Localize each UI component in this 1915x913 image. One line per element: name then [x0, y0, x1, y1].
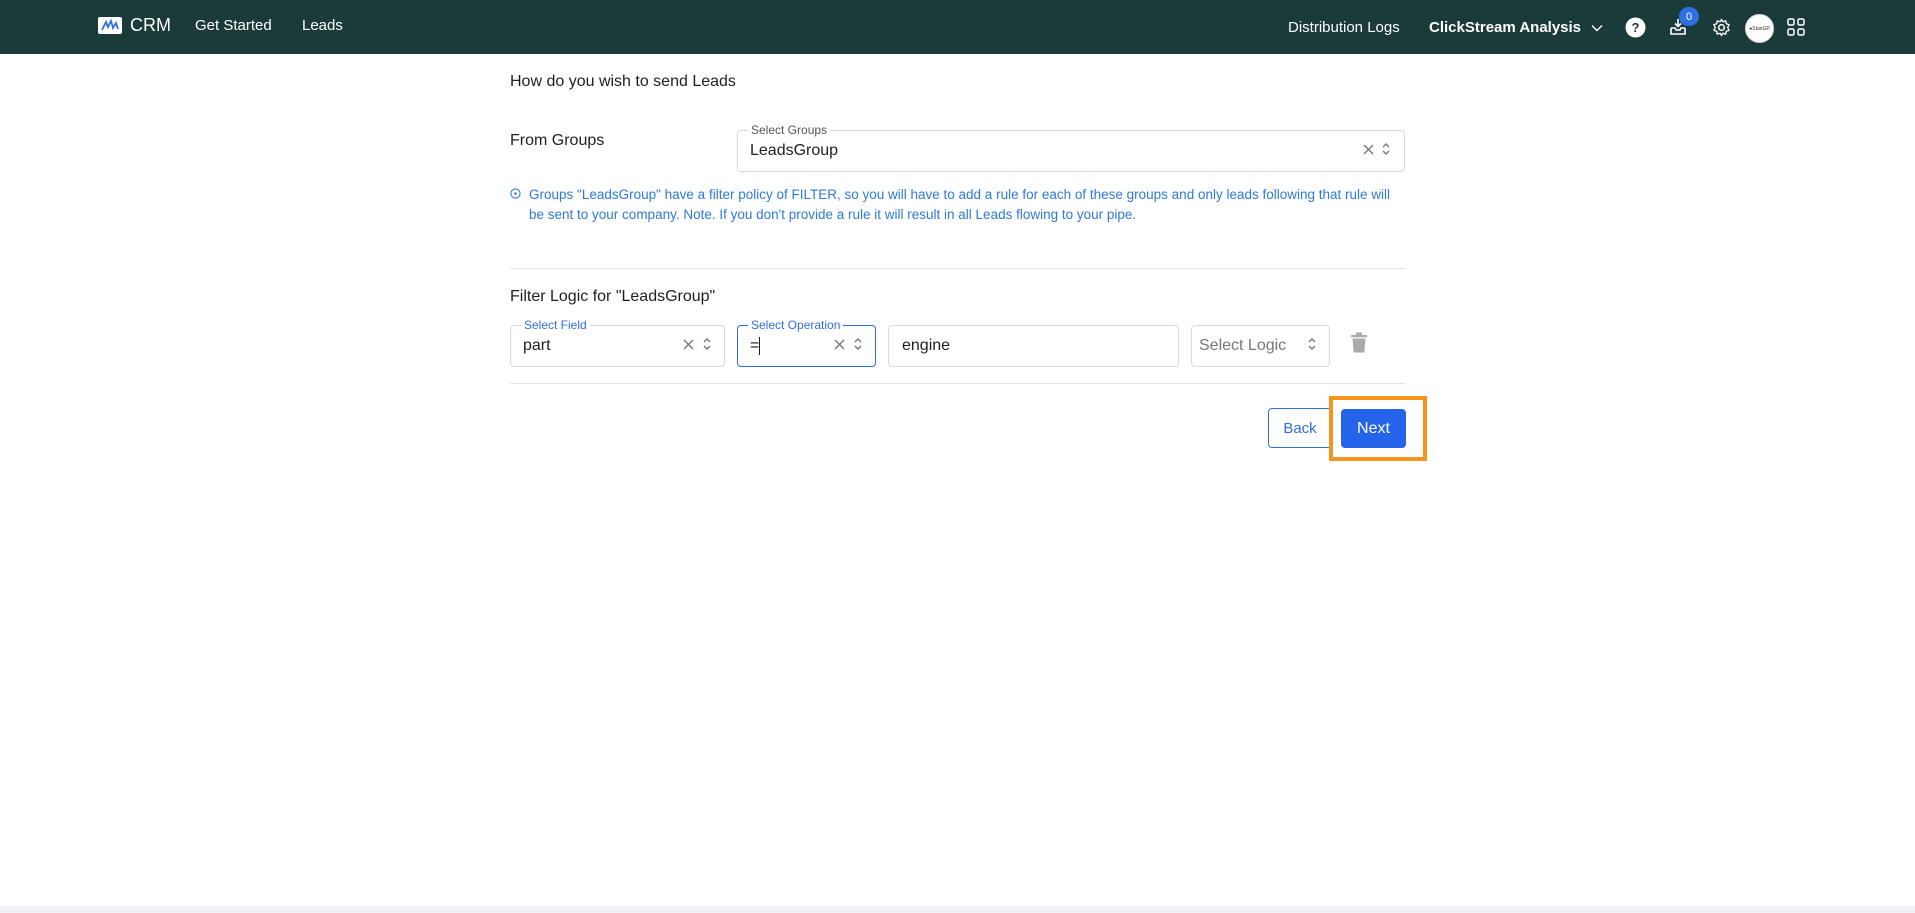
from-groups-label: From Groups: [510, 132, 605, 149]
select-groups-dropdown[interactable]: Select Groups LeadsGroup: [737, 123, 1405, 172]
filter-value-input[interactable]: engine: [888, 325, 1179, 367]
divider: [510, 268, 1405, 269]
select-logic-placeholder: Select Logic: [1199, 337, 1287, 354]
trash-icon[interactable]: [1350, 332, 1368, 354]
clear-icon[interactable]: [832, 337, 846, 351]
select-field-value: part: [523, 337, 551, 354]
chevron-down-icon: [1591, 24, 1603, 31]
select-groups-value: LeadsGroup: [750, 142, 839, 159]
divider: [510, 383, 1405, 384]
select-field-dropdown[interactable]: Select Field part: [510, 318, 725, 367]
filter-policy-text: Groups "LeadsGroup" have a filter policy…: [529, 187, 1391, 222]
select-field-label: Select Field: [521, 318, 590, 332]
clear-icon[interactable]: [1361, 142, 1375, 156]
crm-logo-icon: [98, 17, 122, 34]
filter-logic-title: Filter Logic for "LeadsGroup": [510, 288, 716, 305]
back-button[interactable]: Back: [1268, 408, 1332, 448]
select-logic-dropdown[interactable]: Select Logic: [1191, 325, 1330, 367]
avatar[interactable]: ●StanGP: [1745, 14, 1774, 43]
top-navbar: CRM Get Started Leads Distribution Logs …: [0, 0, 1915, 54]
filter-value-text: engine: [902, 337, 951, 354]
brand-name: CRM: [130, 15, 171, 35]
select-operation-dropdown[interactable]: Select Operation =: [737, 318, 876, 367]
svg-text:?: ?: [1631, 20, 1639, 35]
updown-chevron-icon: [1306, 335, 1318, 353]
clickstream-label: ClickStream Analysis: [1429, 19, 1582, 36]
apps-grid-icon[interactable]: [1785, 16, 1807, 38]
nav-distribution-logs[interactable]: Distribution Logs: [1288, 19, 1400, 36]
updown-chevron-icon: [1380, 140, 1392, 158]
help-icon[interactable]: ?: [1624, 16, 1646, 38]
filter-policy-notice: Groups "LeadsGroup" have a filter policy…: [510, 185, 1405, 225]
clear-icon[interactable]: [681, 337, 695, 351]
next-button[interactable]: Next: [1341, 409, 1406, 448]
updown-chevron-icon: [852, 335, 864, 353]
info-icon: [510, 188, 521, 199]
nav-get-started[interactable]: Get Started: [195, 17, 272, 34]
page-title: How do you wish to send Leads: [510, 73, 736, 90]
inbox-count-badge: 0: [1679, 7, 1699, 26]
select-operation-label: Select Operation: [748, 318, 844, 332]
updown-chevron-icon: [701, 335, 713, 353]
bottom-strip: [0, 906, 1915, 913]
nav-leads[interactable]: Leads: [302, 17, 343, 34]
select-operation-value: =: [750, 337, 760, 354]
brand[interactable]: CRM: [98, 15, 171, 36]
select-groups-label: Select Groups: [748, 123, 831, 137]
text-cursor: [759, 337, 760, 355]
gear-icon[interactable]: [1710, 16, 1732, 38]
nav-clickstream-dropdown[interactable]: ClickStream Analysis: [1429, 19, 1603, 36]
